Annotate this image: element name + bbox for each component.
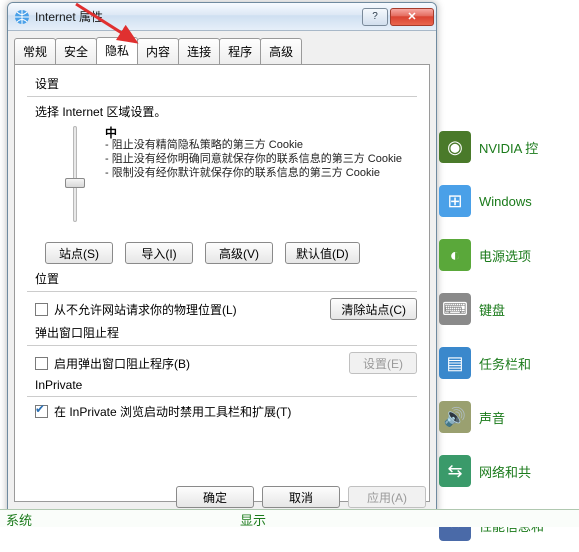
group-inprivate-title: InPrivate bbox=[35, 378, 417, 392]
import-button[interactable]: 导入(I) bbox=[125, 242, 193, 264]
divider bbox=[27, 96, 417, 97]
dialog-buttons: 确定 取消 应用(A) bbox=[176, 486, 426, 508]
bottom-right-link[interactable]: 显示 bbox=[240, 510, 266, 527]
cp-item-label: 键盘 bbox=[479, 300, 505, 319]
location-checkbox-label: 从不允许网站请求你的物理位置(L) bbox=[54, 301, 237, 318]
tab-常规[interactable]: 常规 bbox=[14, 38, 56, 65]
tab-内容[interactable]: 内容 bbox=[137, 38, 179, 65]
cp-item[interactable]: ⇆ 网络和共 bbox=[439, 444, 579, 498]
tab-安全[interactable]: 安全 bbox=[55, 38, 97, 65]
cp-item-label: 任务栏和 bbox=[479, 354, 531, 373]
location-row: 从不允许网站请求你的物理位置(L) 清除站点(C) bbox=[35, 298, 417, 320]
globe-icon bbox=[14, 9, 30, 25]
cp-item-icon: ⊞ bbox=[439, 185, 471, 217]
cp-item[interactable]: ◉ NVIDIA 控 bbox=[439, 120, 579, 174]
cp-item-icon: ◐ bbox=[439, 239, 471, 271]
help-button[interactable]: ? bbox=[362, 8, 388, 26]
advanced-button[interactable]: 高级(V) bbox=[205, 242, 273, 264]
titlebar[interactable]: Internet 属性 ? ✕ bbox=[8, 3, 436, 31]
cp-item[interactable]: ⌨ 键盘 bbox=[439, 282, 579, 336]
privacy-level-description: - 阻止没有精简隐私策略的第三方 Cookie- 阻止没有经你明确同意就保存你的… bbox=[105, 138, 417, 180]
apply-button: 应用(A) bbox=[348, 486, 426, 508]
tab-隐私[interactable]: 隐私 bbox=[96, 37, 138, 64]
settings-description: 选择 Internet 区域设置。 bbox=[35, 103, 417, 120]
privacy-slider-zone: 中 - 阻止没有精简隐私策略的第三方 Cookie- 阻止没有经你明确同意就保存… bbox=[35, 126, 417, 236]
cp-item-label: 电源选项 bbox=[479, 246, 531, 265]
inprivate-row: 在 InPrivate 浏览启动时禁用工具栏和扩展(T) bbox=[35, 403, 417, 420]
popup-row: 启用弹出窗口阻止程序(B) 设置(E) bbox=[35, 352, 417, 374]
cp-item[interactable]: ⊞ Windows bbox=[439, 174, 579, 228]
inprivate-checkbox-label: 在 InPrivate 浏览启动时禁用工具栏和扩展(T) bbox=[54, 403, 291, 420]
cp-item[interactable]: ▤ 任务栏和 bbox=[439, 336, 579, 390]
bottom-bar: 系统 显示 bbox=[0, 509, 579, 527]
window-title: Internet 属性 bbox=[35, 8, 103, 25]
cp-item-label: Windows bbox=[479, 194, 532, 209]
popup-settings-button: 设置(E) bbox=[349, 352, 417, 374]
cp-item-icon: ⇆ bbox=[439, 455, 471, 487]
location-deny-checkbox[interactable] bbox=[35, 303, 48, 316]
default-button[interactable]: 默认值(D) bbox=[285, 242, 360, 264]
group-popup-title: 弹出窗口阻止程 bbox=[35, 324, 417, 341]
slider-track[interactable] bbox=[73, 126, 77, 222]
group-location-title: 位置 bbox=[35, 270, 417, 287]
privacy-bullet: - 限制没有经你默许就保存你的联系信息的第三方 Cookie bbox=[105, 166, 417, 180]
privacy-bullet: - 阻止没有精简隐私策略的第三方 Cookie bbox=[105, 138, 417, 152]
internet-properties-dialog: Internet 属性 ? ✕ 常规安全隐私内容连接程序高级 设置 选择 Int… bbox=[7, 2, 437, 517]
control-panel-items: ◉NVIDIA 控⊞Windows◐电源选项⌨键盘▤任务栏和🔊声音⇆网络和共◔性… bbox=[439, 120, 579, 552]
tab-连接[interactable]: 连接 bbox=[178, 38, 220, 65]
inprivate-disable-toolbars-checkbox[interactable] bbox=[35, 405, 48, 418]
ok-button[interactable]: 确定 bbox=[176, 486, 254, 508]
group-settings-title: 设置 bbox=[35, 75, 417, 92]
divider bbox=[27, 396, 417, 397]
divider bbox=[27, 291, 417, 292]
cp-item-icon: ◉ bbox=[439, 131, 471, 163]
close-button[interactable]: ✕ bbox=[390, 8, 434, 26]
cancel-button[interactable]: 取消 bbox=[262, 486, 340, 508]
popup-checkbox-label: 启用弹出窗口阻止程序(B) bbox=[54, 355, 190, 372]
cp-item[interactable]: ◐ 电源选项 bbox=[439, 228, 579, 282]
clear-sites-button[interactable]: 清除站点(C) bbox=[330, 298, 417, 320]
tab-strip: 常规安全隐私内容连接程序高级 bbox=[14, 37, 430, 64]
tab-panel-privacy: 设置 选择 Internet 区域设置。 中 - 阻止没有精简隐私策略的第三方 … bbox=[14, 64, 430, 502]
cp-item-label: NVIDIA 控 bbox=[479, 138, 538, 157]
cp-item-icon: ▤ bbox=[439, 347, 471, 379]
popup-blocker-checkbox[interactable] bbox=[35, 357, 48, 370]
cp-item[interactable]: 🔊 声音 bbox=[439, 390, 579, 444]
sites-button[interactable]: 站点(S) bbox=[45, 242, 113, 264]
tab-高级[interactable]: 高级 bbox=[260, 38, 302, 65]
bottom-left-link[interactable]: 系统 bbox=[0, 510, 240, 527]
cp-item-label: 声音 bbox=[479, 408, 505, 427]
divider bbox=[27, 345, 417, 346]
cp-item-icon: ⌨ bbox=[439, 293, 471, 325]
cp-item-icon: 🔊 bbox=[439, 401, 471, 433]
cp-item-label: 网络和共 bbox=[479, 462, 531, 481]
slider-thumb[interactable] bbox=[65, 178, 85, 188]
settings-buttons: 站点(S) 导入(I) 高级(V) 默认值(D) bbox=[45, 242, 417, 264]
tab-程序[interactable]: 程序 bbox=[219, 38, 261, 65]
privacy-bullet: - 阻止没有经你明确同意就保存你的联系信息的第三方 Cookie bbox=[105, 152, 417, 166]
